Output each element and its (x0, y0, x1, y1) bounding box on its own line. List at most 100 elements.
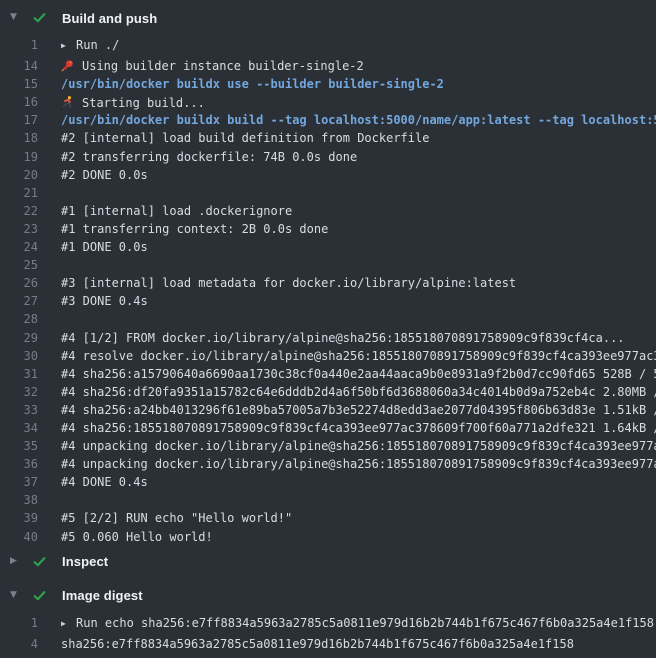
log-line: 23 #1 transferring context: 2B 0.0s done (0, 222, 656, 240)
log-line: 31 #4 sha256:a15790640a6690aa1730c38cf0a4… (0, 367, 656, 385)
line-number[interactable]: 32 (0, 385, 38, 403)
line-number[interactable]: 15 (0, 77, 38, 95)
log-line-text: ▶Run echo sha256:e7ff8834a5963a2785c5a08… (61, 616, 654, 634)
log-line-text: #2 transferring dockerfile: 74B 0.0s don… (61, 150, 357, 168)
log-line-text: #4 DONE 0.4s (61, 475, 148, 493)
line-number[interactable]: 25 (0, 258, 38, 276)
log-line: 32 #4 sha256:df20fa9351a15782c64e6dddb2d4… (0, 385, 656, 403)
log-line-text: /usr/bin/docker buildx use --builder bui… (61, 77, 444, 95)
log-line-text: #5 0.060 Hello world! (61, 530, 213, 548)
runner-icon (61, 95, 82, 112)
log-line-text: #4 unpacking docker.io/library/alpine@sh… (61, 457, 656, 475)
section-log-body: 1 ▶Run echo sha256:e7ff8834a5963a2785c5a0… (0, 610, 656, 655)
log-message-text: Using builder instance builder-single-2 (82, 59, 364, 73)
pushpin-icon (61, 59, 82, 75)
expand-group-icon[interactable]: ▶ (61, 41, 76, 50)
log-line: 19 #2 transferring dockerfile: 74B 0.0s d… (0, 150, 656, 168)
line-number[interactable]: 22 (0, 204, 38, 222)
log-line: 24#1 DONE 0.0s (0, 240, 656, 258)
log-line: 26 #3 [internal] load metadata for docker… (0, 276, 656, 294)
log-line: 14 Using builder instance builder-single-… (0, 59, 656, 77)
log-line-text: /usr/bin/docker buildx build --tag local… (61, 113, 656, 131)
line-number[interactable]: 34 (0, 421, 38, 439)
log-line: 33 #4 sha256:a24bb4013296f61e89ba57005a7b… (0, 403, 656, 421)
line-number[interactable]: 26 (0, 276, 38, 294)
section-header-image-digest[interactable]: ▼ Image digest (0, 582, 656, 610)
log-line: 4 sha256:e7ff8834a5963a2785c5a0811e979d16… (0, 637, 656, 655)
line-number[interactable]: 18 (0, 131, 38, 149)
line-number[interactable]: 1 (0, 616, 38, 634)
log-line: 20 #2 DONE 0.0s (0, 168, 656, 186)
log-line: 38 (0, 493, 656, 511)
log-line-text: ▶Run ./ (61, 38, 119, 56)
log-line-text: #5 [2/2] RUN echo "Hello world!" (61, 511, 292, 529)
log-line: 21 (0, 186, 656, 204)
log-line-text: #4 sha256:df20fa9351a15782c64e6dddb2d4a6… (61, 385, 656, 403)
section-title: Image digest (62, 588, 143, 603)
log-line: 16 Starting build... (0, 95, 656, 113)
line-number[interactable]: 28 (0, 312, 38, 330)
log-section-image-digest: ▼ Image digest 1 ▶Run echo sha256:e7ff8834a… (0, 582, 656, 655)
log-line: 36 #4 unpacking docker.io/library/alpine@… (0, 457, 656, 475)
log-line: 18 #2 [internal] load build definition fr… (0, 131, 656, 149)
log-line: 25 (0, 258, 656, 276)
log-line: 1 ▶Run ./ (0, 38, 656, 56)
log-line: 28 (0, 312, 656, 330)
line-number[interactable]: 30 (0, 349, 38, 367)
log-line: 29#4 [1/2] FROM docker.io/library/alpine… (0, 331, 656, 349)
line-number[interactable]: 36 (0, 457, 38, 475)
workflow-log-viewer: ▼Build and push1▶Run ./14Using builder i… (0, 0, 656, 658)
log-line: 34 #4 sha256:185518070891758909c9f839cf4c… (0, 421, 656, 439)
chevron-right-icon: ▶ (10, 556, 26, 566)
log-line: 35#4 unpacking docker.io/library/alpine@… (0, 439, 656, 457)
section-header-inspect[interactable]: ▶Inspect (0, 548, 656, 576)
chevron-down-icon: ▼ (10, 12, 26, 22)
line-number[interactable]: 4 (0, 637, 38, 655)
line-number[interactable]: 16 (0, 95, 38, 113)
log-line-text: #1 [internal] load .dockerignore (61, 204, 292, 222)
line-number[interactable]: 39 (0, 511, 38, 529)
log-line: 17/usr/bin/docker buildx build --tag loc… (0, 113, 656, 131)
log-line: 1 ▶Run echo sha256:e7ff8834a5963a2785c5a0… (0, 616, 656, 634)
log-line-text: #4 resolve docker.io/library/alpine@sha2… (61, 349, 656, 367)
log-line-text: #4 sha256:185518070891758909c9f839cf4ca3… (61, 421, 656, 439)
log-line-text: #3 DONE 0.4s (61, 294, 148, 312)
line-number[interactable]: 37 (0, 475, 38, 493)
log-line: 15/usr/bin/docker buildx use --builder b… (0, 77, 656, 95)
line-number[interactable]: 33 (0, 403, 38, 421)
line-number[interactable]: 17 (0, 113, 38, 131)
log-line-text: #2 DONE 0.0s (61, 168, 148, 186)
line-number[interactable]: 14 (0, 59, 38, 77)
log-section-build-and-push: ▼Build and push 1 ▶Run ./ 14 Using builder i… (0, 4, 656, 548)
line-number[interactable]: 19 (0, 150, 38, 168)
log-section-inspect: ▶Inspect (0, 548, 656, 576)
line-number[interactable]: 38 (0, 493, 38, 511)
log-line-text: #4 sha256:a15790640a6690aa1730c38cf0a440… (61, 367, 656, 385)
line-number[interactable]: 27 (0, 294, 38, 312)
log-line-text: Using builder instance builder-single-2 (61, 59, 364, 77)
log-line-text: #1 transferring context: 2B 0.0s done (61, 222, 328, 240)
log-line-text: #4 sha256:a24bb4013296f61e89ba57005a7b3e… (61, 403, 656, 421)
line-number[interactable]: 23 (0, 222, 38, 240)
success-check-icon (32, 10, 50, 26)
line-number[interactable]: 24 (0, 240, 38, 258)
log-message-text: Starting build... (82, 96, 205, 110)
log-line: 39 #5 [2/2] RUN echo "Hello world!" (0, 511, 656, 529)
chevron-down-icon: ▼ (10, 590, 26, 600)
expand-group-icon[interactable]: ▶ (61, 619, 76, 628)
line-number[interactable]: 21 (0, 186, 38, 204)
success-check-icon (32, 554, 50, 570)
line-number[interactable]: 35 (0, 439, 38, 457)
log-line: 37 #4 DONE 0.4s (0, 475, 656, 493)
line-number[interactable]: 1 (0, 38, 38, 56)
line-number[interactable]: 20 (0, 168, 38, 186)
section-header-build-and-push[interactable]: ▼Build and push (0, 4, 656, 32)
line-number[interactable]: 29 (0, 331, 38, 349)
success-check-icon (32, 588, 50, 604)
line-number[interactable]: 40 (0, 530, 38, 548)
log-line-text: #2 [internal] load build definition from… (61, 131, 429, 149)
log-line: 30 #4 resolve docker.io/library/alpine@sh… (0, 349, 656, 367)
line-number[interactable]: 31 (0, 367, 38, 385)
log-line-text: #3 [internal] load metadata for docker.i… (61, 276, 516, 294)
log-line-text: sha256:e7ff8834a5963a2785c5a0811e979d16b… (61, 637, 574, 655)
